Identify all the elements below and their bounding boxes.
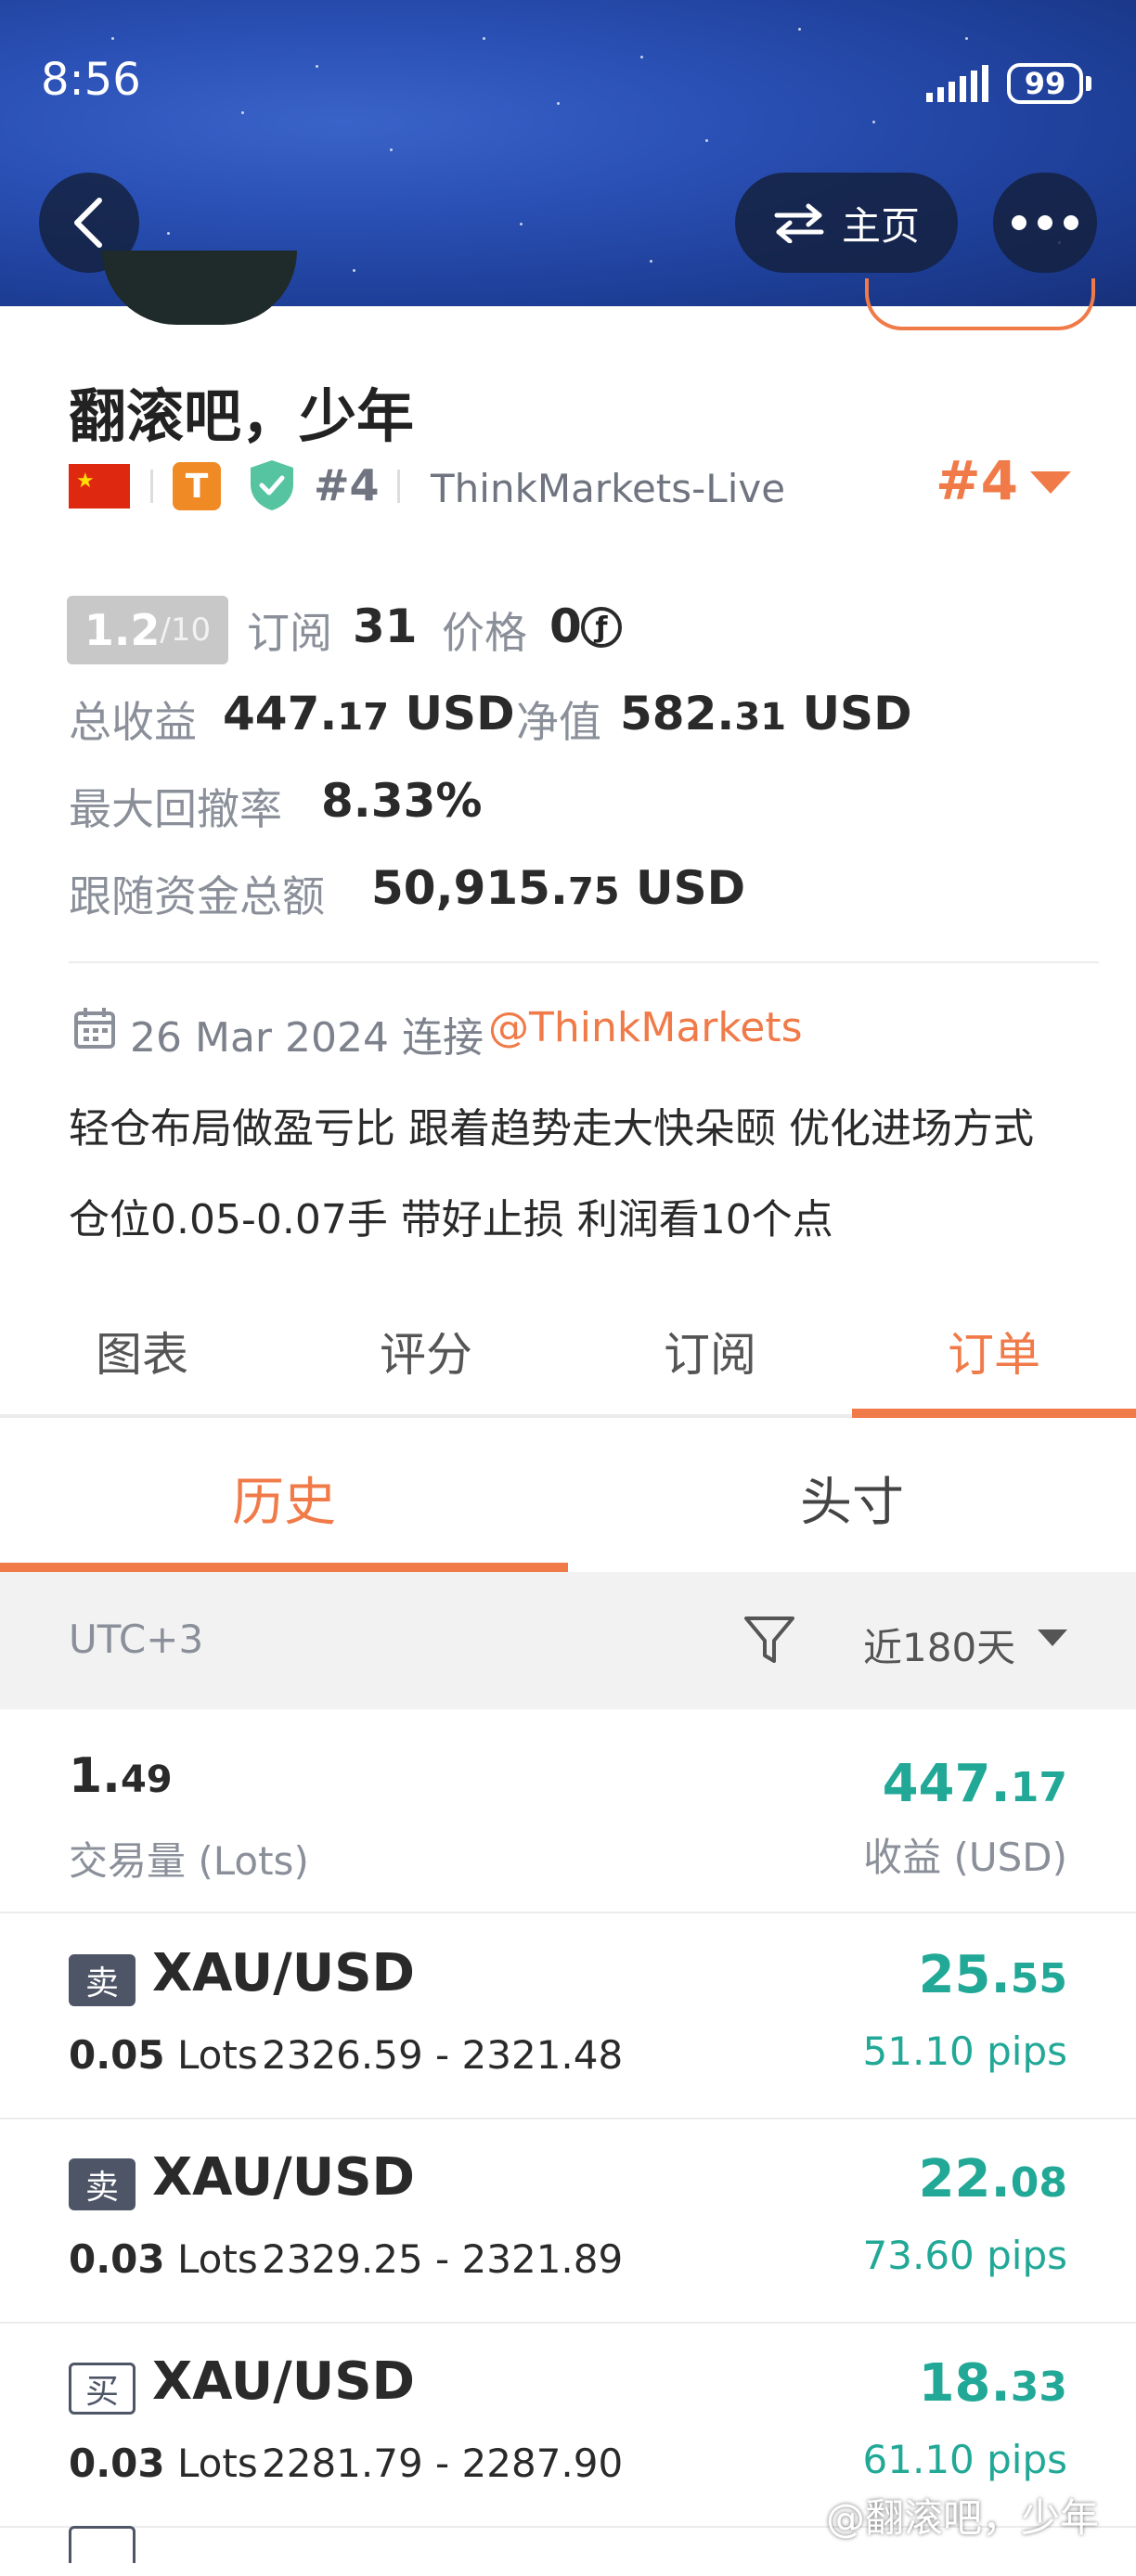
avatar[interactable] <box>102 251 297 325</box>
trade-profit: 18.33 <box>918 2353 1067 2414</box>
more-button[interactable] <box>993 173 1097 273</box>
period-select[interactable]: 近180天 <box>863 1616 1015 1673</box>
total-profit-label: 收益 (USD) <box>863 1835 1067 1880</box>
bio-text: 轻仓布局做盈亏比 跟着趋势走大快朵颐 优化进场方式 <box>69 1105 1034 1153</box>
subscribe-label: 订阅 <box>247 608 332 658</box>
tab-positions[interactable]: 头寸 <box>568 1461 1136 1536</box>
trader-level-badge: T <box>173 462 221 510</box>
home-button[interactable]: 主页 <box>735 173 958 273</box>
follow-funds-label: 跟随资金总额 <box>69 871 325 921</box>
swap-arrows-icon <box>774 203 824 243</box>
back-arrow-icon <box>74 198 102 248</box>
bio-text: 仓位0.05-0.07手 带好止损 利润看10个点 <box>69 1196 833 1243</box>
trade-pips: 61.10 pips <box>862 2437 1067 2482</box>
more-dots-icon <box>1012 215 1026 230</box>
tab-subscribe[interactable]: 订阅 <box>568 1318 852 1385</box>
separator <box>397 470 400 503</box>
equity-label: 净值 <box>516 697 601 747</box>
verified-shield-icon <box>251 460 293 510</box>
active-subtab-indicator <box>0 1563 568 1572</box>
trade-lots: 0.03 Lots <box>69 2236 258 2282</box>
watermark: @翻滚吧，少年 <box>825 2495 1099 2541</box>
tab-rating[interactable]: 评分 <box>284 1318 568 1385</box>
rank-dropdown[interactable]: #4 <box>936 449 1018 512</box>
equity-value: 582.31 USD <box>620 687 912 741</box>
rank-label: #4 <box>314 460 380 510</box>
home-button-label: 主页 <box>841 202 920 249</box>
side-badge-buy: 买 <box>69 2363 136 2415</box>
subscribe-count: 31 <box>353 599 418 653</box>
drawdown-value: 8.33% <box>321 774 483 828</box>
trade-pips: 73.60 pips <box>862 2233 1067 2278</box>
trader-name: 翻滚吧，少年 <box>69 382 415 450</box>
battery-tip <box>1086 76 1091 91</box>
score-max: /10 <box>160 612 212 649</box>
trade-symbol: XAU/USD <box>152 2351 416 2412</box>
calendar-icon <box>74 1008 115 1049</box>
broker-account: ThinkMarkets-Live <box>431 466 786 511</box>
tab-orders[interactable]: 订单 <box>852 1318 1136 1385</box>
trade-price-range: 2281.79 - 2287.90 <box>262 2441 624 2486</box>
trade-price-range: 2326.59 - 2321.48 <box>262 2032 624 2078</box>
score-badge: 1.2 /10 <box>67 596 228 664</box>
revenue-value: 447.17 USD <box>223 687 515 741</box>
trade-price-range: 2329.25 - 2321.89 <box>262 2236 624 2282</box>
total-profit-value: 447.17 <box>882 1754 1067 1814</box>
side-badge-partial <box>69 2526 136 2563</box>
battery-icon: 99 <box>1007 63 1083 104</box>
trade-lots: 0.03 Lots <box>69 2441 258 2486</box>
connect-date: 26 Mar 2024 连接 <box>130 1014 484 1062</box>
trade-lots: 0.05 Lots <box>69 2032 258 2078</box>
score-value: 1.2 <box>84 605 161 655</box>
volume-value: 1.49 <box>69 1748 173 1804</box>
caret-down-icon[interactable] <box>1030 471 1071 494</box>
price-value: 0 <box>549 599 582 653</box>
tab-history[interactable]: 历史 <box>0 1461 568 1536</box>
trade-profit: 22.08 <box>918 2149 1067 2209</box>
revenue-label: 总收益 <box>69 697 197 747</box>
trade-symbol: XAU/USD <box>152 1943 416 2003</box>
divider <box>69 961 1099 963</box>
side-badge-sell: 卖 <box>69 2158 136 2210</box>
status-time: 8:56 <box>41 54 141 106</box>
trade-profit: 25.55 <box>918 1945 1067 2005</box>
signal-icon <box>926 65 988 102</box>
follow-button[interactable] <box>865 278 1095 330</box>
follow-funds-value: 50,915.75 USD <box>371 861 746 915</box>
trade-row[interactable]: 卖 XAU/USD 0.05 Lots 2326.59 - 2321.48 25… <box>0 1913 1136 2119</box>
timezone-label: UTC+3 <box>69 1616 204 1662</box>
active-tab-indicator <box>852 1409 1136 1418</box>
trade-row[interactable]: 卖 XAU/USD 0.03 Lots 2329.25 - 2321.89 22… <box>0 2118 1136 2324</box>
separator <box>150 470 153 503</box>
trade-symbol: XAU/USD <box>152 2147 416 2208</box>
price-label: 价格 <box>442 608 527 658</box>
drawdown-label: 最大回撤率 <box>69 784 282 834</box>
china-flag-icon: ★ <box>69 464 130 509</box>
coin-icon: ƒ <box>581 607 622 648</box>
volume-label: 交易量 (Lots) <box>69 1838 309 1884</box>
filter-funnel-icon[interactable] <box>742 1615 796 1667</box>
tab-chart[interactable]: 图表 <box>0 1318 284 1385</box>
side-badge-sell: 卖 <box>69 1954 136 2006</box>
broker-link[interactable]: @ThinkMarkets <box>488 1004 803 1051</box>
trade-pips: 51.10 pips <box>862 2029 1067 2074</box>
caret-down-icon[interactable] <box>1038 1629 1067 1646</box>
